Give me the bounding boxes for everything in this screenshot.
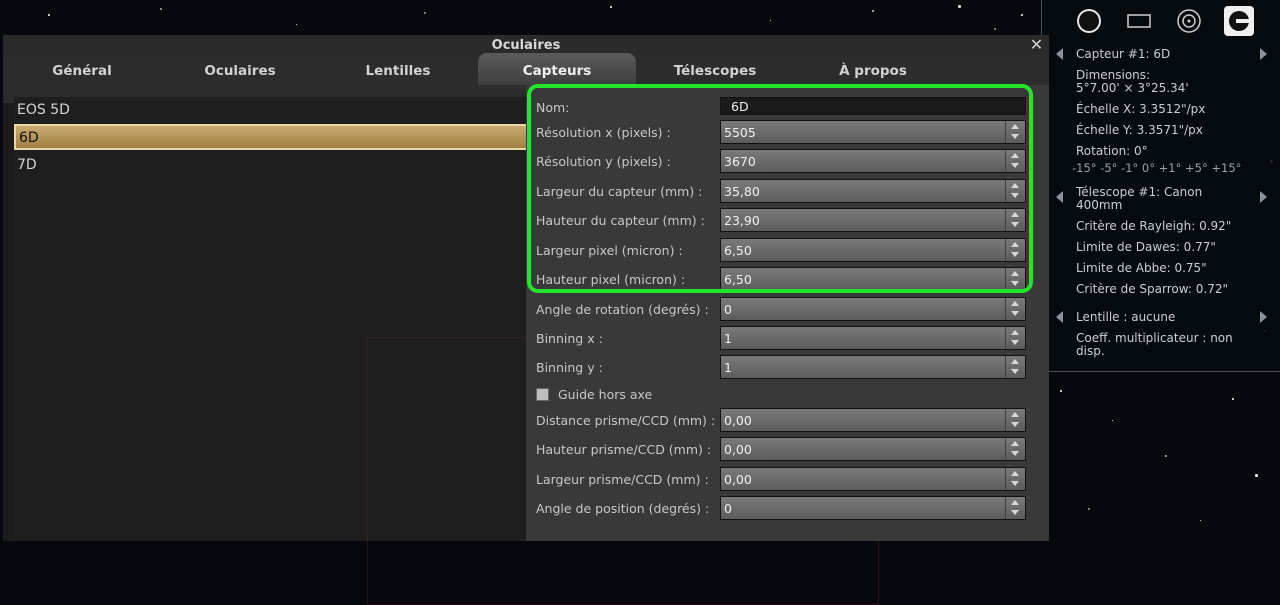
spin-arrows-icon[interactable] — [1005, 327, 1025, 349]
spin-arrows-icon[interactable] — [1005, 356, 1025, 378]
position-angle-label: Angle de position (degrés) : — [536, 501, 710, 516]
row-res-y: Résolution y (pixels) : 3670 — [536, 149, 1031, 175]
name-field[interactable]: 6D — [720, 97, 1026, 115]
off-axis-label: Guide hors axe — [558, 387, 653, 402]
prev-lens-arrow-icon[interactable] — [1056, 311, 1063, 323]
res-y-label: Résolution y (pixels) : — [536, 154, 671, 169]
dialog-title: Oculaires — [491, 38, 561, 53]
binning-y-label: Binning y : — [536, 360, 603, 375]
abbe-limit: Limite de Abbe: 0.75" — [1076, 261, 1207, 275]
sensor-list[interactable]: EOS 5D 6D 7D — [14, 97, 879, 605]
lens-multiplier: Coeff. multiplicateur : non disp. — [1076, 331, 1233, 358]
row-prism-distance: Distance prisme/CCD (mm) : 0,00 — [536, 408, 1031, 434]
row-binning-y: Binning y : 1 — [536, 355, 1031, 381]
pixel-height-label: Hauteur pixel (micron) : — [536, 272, 686, 287]
pixel-width-label: Largeur pixel (micron) : — [536, 243, 683, 258]
prev-sensor-arrow-icon[interactable] — [1056, 48, 1063, 60]
off-axis-checkbox[interactable] — [536, 388, 549, 401]
row-name: Nom: 6D — [536, 95, 1031, 121]
row-chip-height: Hauteur du capteur (mm) : 23,90 — [536, 208, 1031, 234]
name-label: Nom: — [536, 100, 570, 115]
row-prism-height: Hauteur prisme/CCD (mm) : 0,00 — [536, 437, 1031, 463]
telrad-icon[interactable] — [1174, 6, 1204, 36]
scale-x: Échelle X: 3.3512"/px — [1076, 102, 1206, 116]
spin-arrows-icon[interactable] — [1005, 409, 1025, 431]
tab-sensors[interactable]: Capteurs — [478, 53, 636, 85]
spin-arrows-icon[interactable] — [1005, 180, 1025, 202]
close-icon[interactable]: ✕ — [1028, 36, 1045, 53]
rotation-step-buttons[interactable]: -15° -5° -1° 0° +1° +5° +15° — [1072, 162, 1272, 175]
tab-telescopes[interactable]: Télescopes — [636, 55, 794, 83]
row-res-x: Résolution x (pixels) : 5505 — [536, 120, 1031, 146]
prism-width-label: Largeur prisme/CCD (mm) : — [536, 472, 709, 487]
row-rotation: Angle de rotation (degrés) : 0 — [536, 297, 1031, 323]
sensor-form: Nom: 6D Résolution x (pixels) : 5505 Rés… — [526, 85, 1049, 541]
spin-arrows-icon[interactable] — [1005, 497, 1025, 519]
spin-arrows-icon[interactable] — [1005, 150, 1025, 172]
binning-y-spinbox[interactable]: 1 — [720, 355, 1026, 379]
tab-lenses[interactable]: Lentilles — [319, 55, 477, 83]
oculars-dialog: Oculaires ✕ Général Oculaires Lentilles … — [3, 35, 1049, 605]
pixel-width-spinbox[interactable]: 6,50 — [720, 238, 1026, 262]
list-item[interactable]: EOS 5D — [14, 97, 534, 123]
tab-about[interactable]: À propos — [794, 55, 952, 83]
rectangle-sensor-icon[interactable] — [1124, 6, 1154, 36]
chip-height-label: Hauteur du capteur (mm) : — [536, 213, 705, 228]
res-y-spinbox[interactable]: 3670 — [720, 149, 1026, 173]
rotation-spinbox[interactable]: 0 — [720, 297, 1026, 321]
prism-distance-spinbox[interactable]: 0,00 — [720, 408, 1026, 432]
dawes-limit: Limite de Dawes: 0.77" — [1076, 240, 1216, 254]
binning-x-spinbox[interactable]: 1 — [720, 326, 1026, 350]
spin-arrows-icon[interactable] — [1005, 468, 1025, 490]
row-pixel-height: Hauteur pixel (micron) : 6,50 — [536, 267, 1031, 293]
row-chip-width: Largeur du capteur (mm) : 35,80 — [536, 179, 1031, 205]
rayleigh-criterion: Critère de Rayleigh: 0.92" — [1076, 219, 1232, 233]
chip-width-label: Largeur du capteur (mm) : — [536, 184, 703, 199]
sensor-title: Capteur #1: 6D — [1076, 47, 1171, 61]
prism-height-spinbox[interactable]: 0,00 — [720, 437, 1026, 461]
chip-width-spinbox[interactable]: 35,80 — [720, 179, 1026, 203]
binning-x-label: Binning x : — [536, 331, 603, 346]
pixel-height-spinbox[interactable]: 6,50 — [720, 267, 1026, 291]
tab-general[interactable]: Général — [3, 55, 161, 83]
spin-arrows-icon[interactable] — [1005, 209, 1025, 231]
sparrow-criterion: Critère de Sparrow: 0.72" — [1076, 282, 1228, 296]
res-x-spinbox[interactable]: 5505 — [720, 120, 1026, 144]
res-x-label: Résolution x (pixels) : — [536, 125, 671, 140]
telescope-title: Télescope #1: Canon 400mm — [1076, 185, 1203, 212]
rotation-readout: Rotation: 0° — [1076, 144, 1148, 158]
position-angle-spinbox[interactable]: 0 — [720, 496, 1026, 520]
scale-y: Échelle Y: 3.3571"/px — [1076, 123, 1203, 137]
spin-arrows-icon[interactable] — [1005, 239, 1025, 261]
row-binning-x: Binning x : 1 — [536, 326, 1031, 352]
circle-fov-icon[interactable] — [1074, 6, 1104, 36]
prev-telescope-arrow-icon[interactable] — [1056, 191, 1063, 203]
list-item[interactable]: 7D — [14, 152, 534, 178]
tab-oculars[interactable]: Oculaires — [161, 55, 319, 83]
lens-title: Lentille : aucune — [1076, 310, 1176, 324]
row-pixel-width: Largeur pixel (micron) : 6,50 — [536, 238, 1031, 264]
list-item-selected[interactable]: 6D — [14, 124, 534, 150]
chip-height-spinbox[interactable]: 23,90 — [720, 208, 1026, 232]
prism-height-label: Hauteur prisme/CCD (mm) : — [536, 442, 712, 457]
row-off-axis: Guide hors axe — [536, 382, 1031, 408]
prism-distance-label: Distance prisme/CCD (mm) : — [536, 413, 716, 428]
spin-arrows-icon[interactable] — [1005, 268, 1025, 290]
spin-arrows-icon[interactable] — [1005, 438, 1025, 460]
sensor-dimensions: Dimensions: 5°7.00' × 3°25.34' — [1076, 68, 1189, 95]
prism-width-spinbox[interactable]: 0,00 — [720, 467, 1026, 491]
row-position-angle: Angle de position (degrés) : 0 — [536, 496, 1031, 522]
dialog-titlebar[interactable]: Oculaires ✕ — [3, 35, 1049, 55]
row-prism-width: Largeur prisme/CCD (mm) : 0,00 — [536, 467, 1031, 493]
ocular-tool-icon[interactable] — [1224, 6, 1254, 36]
rotation-label: Angle de rotation (degrés) : — [536, 302, 709, 317]
spin-arrows-icon[interactable] — [1005, 121, 1025, 143]
spin-arrows-icon[interactable] — [1005, 298, 1025, 320]
ocular-info-panel: Capteur #1: 6D Dimensions: 5°7.00' × 3°2… — [1041, 0, 1280, 372]
